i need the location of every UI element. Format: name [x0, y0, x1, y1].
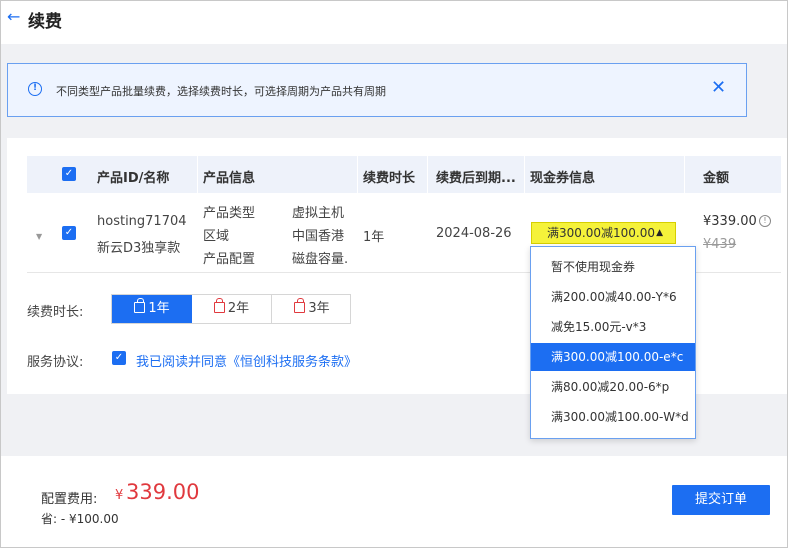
- info-key-type: 产品类型: [203, 206, 256, 221]
- page-title: 续费: [28, 12, 62, 32]
- coupon-option[interactable]: 满300.00减100.00-W*d: [531, 403, 695, 431]
- coupon-option-selected[interactable]: 满300.00减100.00-e*c: [531, 343, 695, 371]
- caret-up-icon: ▲: [656, 228, 663, 238]
- info-value-type: 虚拟主机: [292, 206, 345, 221]
- row-price: ¥339.00: [703, 214, 757, 229]
- shopping-bag-icon: [134, 298, 146, 313]
- select-all-checkbox[interactable]: ✓: [62, 167, 76, 181]
- row-original-price: ¥439: [703, 237, 737, 252]
- page-header: [1, 1, 787, 44]
- column-divider: [197, 156, 198, 193]
- column-divider: [684, 156, 685, 193]
- savings-text: 省: - ¥100.00: [41, 512, 119, 526]
- duration-option-2-year[interactable]: 2年: [192, 295, 272, 323]
- agreement-checkbox[interactable]: ✓: [112, 351, 126, 365]
- fee-currency: ¥: [115, 488, 124, 503]
- agreement-label: 服务协议:: [27, 355, 84, 370]
- column-divider: [357, 156, 358, 193]
- renew-duration-group: 1年 2年 3年: [111, 294, 351, 324]
- agreement-link[interactable]: 我已阅读并同意《恒创科技服务条款》: [136, 351, 357, 370]
- coupon-option[interactable]: 满200.00减40.00-Y*6: [531, 283, 695, 311]
- duration-option-label: 1年: [148, 301, 170, 316]
- fee-value: 339.00: [126, 480, 200, 504]
- coupon-dropdown: 暂不使用现金券 满200.00减40.00-Y*6 减免15.00元-v*3 满…: [530, 246, 696, 439]
- shopping-bag-icon: [294, 298, 306, 313]
- info-icon: !: [28, 82, 42, 96]
- column-header-coupon: 现金券信息: [530, 171, 596, 186]
- column-header-duration: 续费时长: [363, 171, 416, 186]
- submit-order-button[interactable]: 提交订单: [672, 485, 770, 515]
- product-id: hosting71704: [97, 214, 187, 229]
- column-divider: [427, 156, 428, 193]
- column-header-product-info: 产品信息: [203, 171, 256, 186]
- info-value-region: 中国香港: [292, 229, 345, 244]
- row-expiry-date: 2024-08-26: [436, 226, 512, 241]
- row-checkbox[interactable]: ✓: [62, 226, 76, 240]
- duration-option-1-year[interactable]: 1年: [112, 295, 192, 323]
- product-name: 新云D3独享款: [97, 241, 181, 256]
- row-duration: 1年: [363, 230, 385, 245]
- info-key-config: 产品配置: [203, 252, 256, 267]
- info-key-region: 区域: [203, 229, 230, 244]
- renew-duration-label: 续费时长:: [27, 305, 84, 320]
- table-header: ✓ 产品ID/名称 产品信息 续费时长 续费后到期... 现金券信息 金额: [27, 156, 781, 193]
- duration-option-label: 3年: [308, 301, 330, 316]
- column-header-product-id: 产品ID/名称: [97, 171, 170, 186]
- coupon-option[interactable]: 满80.00减20.00-6*p: [531, 373, 695, 401]
- expand-caret-icon[interactable]: ▼: [36, 232, 42, 241]
- back-arrow-icon[interactable]: ←: [7, 9, 20, 25]
- shopping-bag-icon: [213, 298, 225, 313]
- coupon-select-value: 满300.00减100.00: [547, 226, 655, 240]
- price-info-icon[interactable]: !: [759, 215, 771, 227]
- info-value-config: 磁盘容量.: [292, 252, 349, 267]
- notice-text: 不同类型产品批量续费，选择续费时长，可选择周期为产品共有周期: [56, 85, 386, 98]
- column-divider: [524, 156, 525, 193]
- close-icon[interactable]: ✕: [711, 78, 726, 98]
- column-header-amount: 金额: [703, 171, 730, 186]
- fee-label: 配置费用:: [41, 492, 98, 507]
- duration-option-3-year[interactable]: 3年: [272, 295, 352, 323]
- coupon-option[interactable]: 暂不使用现金券: [531, 253, 695, 281]
- coupon-select[interactable]: 满300.00减100.00 ▲: [531, 222, 676, 244]
- duration-option-label: 2年: [227, 301, 250, 316]
- notice-banner: ! 不同类型产品批量续费，选择续费时长，可选择周期为产品共有周期 ✕: [7, 63, 747, 117]
- coupon-option[interactable]: 减免15.00元-v*3: [531, 313, 695, 341]
- column-header-expiry: 续费后到期...: [436, 171, 516, 186]
